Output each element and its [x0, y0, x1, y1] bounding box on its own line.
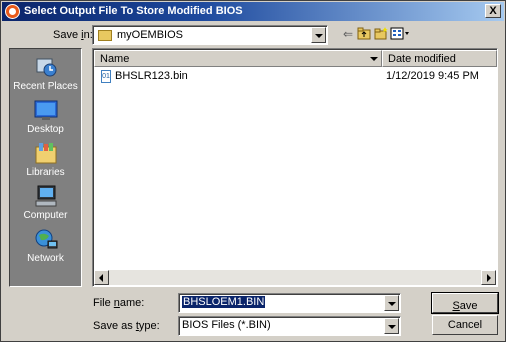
scroll-left-button[interactable]: [94, 270, 109, 285]
desktop-icon: [34, 98, 58, 122]
save-in-dropdown[interactable]: myOEMBIOS: [92, 25, 328, 45]
list-item[interactable]: 01 BHSLR123.bin 1/12/2019 9:45 PM: [95, 69, 495, 84]
folder-icon: [98, 30, 112, 41]
save-as-type-dropdown-button[interactable]: [384, 318, 399, 334]
place-desktop[interactable]: Desktop: [10, 96, 81, 138]
horizontal-scrollbar[interactable]: [94, 270, 496, 285]
place-libraries[interactable]: Libraries: [10, 139, 81, 181]
save-in-value: myOEMBIOS: [117, 29, 184, 41]
scroll-right-button[interactable]: [481, 270, 496, 285]
computer-icon: [34, 184, 58, 208]
close-button[interactable]: X: [485, 4, 501, 18]
libraries-icon: [34, 141, 58, 165]
file-name-cell: BHSLR123.bin: [115, 70, 188, 82]
save-as-type-dropdown[interactable]: BIOS Files (*.BIN): [178, 316, 401, 336]
column-header-date-modified[interactable]: Date modified: [382, 50, 497, 67]
place-computer[interactable]: Computer: [10, 182, 81, 224]
file-list[interactable]: Name Date modified 01 BHSLR123.bin 1/12/…: [92, 48, 498, 287]
file-name-label: File name:: [93, 297, 145, 309]
file-date-cell: 1/12/2019 9:45 PM: [386, 70, 479, 82]
place-recent-places[interactable]: Recent Places: [10, 53, 81, 95]
app-icon: [5, 4, 20, 19]
up-folder-icon[interactable]: [356, 27, 372, 41]
chevron-down-icon[interactable]: [370, 57, 378, 61]
save-button[interactable]: Save: [431, 292, 499, 314]
file-name-dropdown-button[interactable]: [384, 295, 399, 311]
save-as-type-label: Save as type:: [93, 320, 160, 332]
save-in-dropdown-button[interactable]: [311, 27, 326, 43]
recent-places-icon: [34, 55, 58, 79]
places-bar: Recent Places Desktop Libraries Computer…: [9, 48, 82, 287]
title-bar[interactable]: Select Output File To Store Modified BIO…: [2, 2, 504, 21]
network-icon: [34, 227, 58, 251]
save-dialog: Select Output File To Store Modified BIO…: [0, 0, 506, 342]
bin-file-icon: 01: [101, 70, 111, 83]
new-folder-icon[interactable]: [373, 27, 389, 41]
cancel-button[interactable]: Cancel: [432, 315, 498, 335]
file-name-field[interactable]: BHSLOEM1.BIN: [178, 293, 401, 313]
place-network[interactable]: Network: [10, 225, 81, 267]
column-header-name[interactable]: Name: [94, 50, 382, 67]
back-arrow-icon[interactable]: ⇐: [340, 27, 356, 41]
view-menu-icon[interactable]: [390, 27, 410, 41]
save-in-label: Save in:: [53, 29, 93, 41]
window-title: Select Output File To Store Modified BIO…: [24, 5, 243, 17]
